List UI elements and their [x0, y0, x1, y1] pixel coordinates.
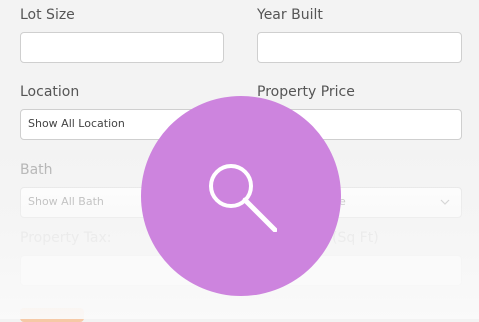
bath-select-value: Show All Bath — [28, 195, 104, 208]
chevron-down-icon — [440, 199, 450, 205]
lot-size-label: Lot Size — [20, 7, 75, 23]
search-overlay-button[interactable] — [141, 96, 341, 296]
area-label: (Sq Ft) — [332, 230, 379, 246]
year-built-input[interactable] — [257, 32, 462, 63]
property-search-form: Lot Size Year Built Location Property Pr… — [0, 0, 479, 322]
bath-label: Bath — [20, 162, 53, 178]
location-select-value: Show All Location — [28, 117, 125, 130]
search-icon — [209, 164, 277, 232]
submit-button[interactable] — [20, 308, 84, 322]
property-tax-label: Property Tax: — [20, 230, 112, 246]
lot-size-input[interactable] — [20, 32, 224, 63]
property-price-label: Property Price — [257, 84, 355, 100]
location-label: Location — [20, 84, 80, 100]
year-built-label: Year Built — [257, 7, 323, 23]
